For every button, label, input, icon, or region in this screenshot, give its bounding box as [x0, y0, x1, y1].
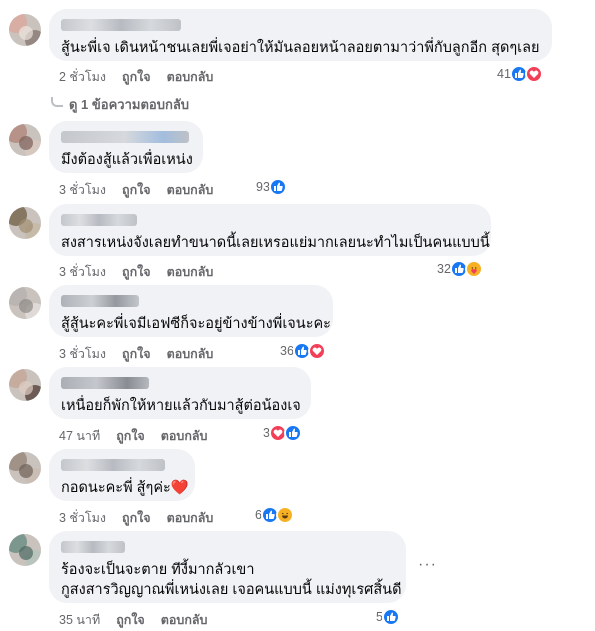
like-button[interactable]: ถูกใจ	[122, 262, 151, 282]
avatar[interactable]	[9, 452, 41, 484]
reaction-count: 36	[280, 344, 294, 358]
comment-meta: 35 นาที ถูกใจ ตอบกลับ	[59, 610, 224, 630]
reaction-count: 32	[437, 262, 451, 276]
author-name-blurred[interactable]	[61, 541, 125, 553]
heart-emoji-icon: ❤️	[170, 480, 189, 496]
comment-meta: 3 ชั่วโมง ถูกใจ ตอบกลับ	[59, 344, 229, 364]
comment-time[interactable]: 3 ชั่วโมง	[59, 180, 106, 200]
comment-time[interactable]: 35 นาที	[59, 610, 100, 630]
avatar[interactable]	[9, 369, 41, 401]
reply-button[interactable]: ตอบกลับ	[167, 262, 214, 282]
comment-time[interactable]: 2 ชั่วโมง	[59, 67, 106, 87]
view-replies-label: ดู 1 ข้อความตอบกลับ	[69, 97, 190, 112]
comment-text: กอดนะคะพี่ สู้ๆค่ะ❤️	[61, 478, 189, 498]
like-button[interactable]: ถูกใจ	[116, 426, 145, 446]
author-name-blurred[interactable]	[61, 295, 139, 307]
like-reaction-icon	[283, 424, 302, 442]
reaction-summary[interactable]: 93	[256, 178, 287, 196]
avatar[interactable]	[9, 14, 41, 46]
reaction-summary[interactable]: 3	[263, 424, 302, 442]
comment-text: สงสารเหน่งจังเลยทำขนาดนี้เลยเหรอแย่มากเล…	[61, 235, 490, 251]
author-name-blurred[interactable]	[61, 214, 137, 226]
avatar[interactable]	[9, 287, 41, 319]
comment-time[interactable]: 3 ชั่วโมง	[59, 262, 106, 282]
like-button[interactable]: ถูกใจ	[122, 508, 151, 528]
avatar[interactable]	[9, 207, 41, 239]
avatar[interactable]	[9, 124, 41, 156]
reply-button[interactable]: ตอบกลับ	[167, 508, 214, 528]
reaction-summary[interactable]: 32	[437, 260, 483, 278]
comment-bubble: มึงต้องสู้แล้วเพื่อเหน่ง	[49, 121, 203, 173]
comment-text: สู้นะพี่เจ เดินหน้าชนเลยพี่เจอย่าให้มันล…	[61, 40, 540, 56]
love-reaction-icon	[307, 342, 326, 360]
reaction-summary[interactable]: 6	[255, 506, 294, 524]
comment-bubble: สงสารเหน่งจังเลยทำขนาดนี้เลยเหรอแย่มากเล…	[49, 204, 491, 256]
like-button[interactable]: ถูกใจ	[122, 344, 151, 364]
author-name-blurred[interactable]	[61, 131, 189, 143]
reply-button[interactable]: ตอบกลับ	[167, 344, 214, 364]
more-options-icon[interactable]: ···	[418, 556, 437, 574]
reply-button[interactable]: ตอบกลับ	[167, 67, 214, 87]
haha-reaction-icon	[275, 506, 294, 524]
comment-text: กูสงสารวิญญาณพี่เหน่งเลย เจอคนแบบนี้ แม่…	[61, 582, 402, 598]
reply-button[interactable]: ตอบกลับ	[167, 180, 214, 200]
like-reaction-icon	[268, 178, 287, 196]
comment-bubble: ร้องจะเป็นจะตาย ทีงี้มากลัวเขา กูสงสารวิ…	[49, 531, 406, 603]
reaction-summary[interactable]: 36	[280, 342, 326, 360]
reaction-count: 93	[256, 180, 270, 194]
care-reaction-icon	[464, 260, 483, 278]
like-button[interactable]: ถูกใจ	[122, 67, 151, 87]
love-reaction-icon	[524, 65, 543, 83]
reply-button[interactable]: ตอบกลับ	[161, 426, 208, 446]
reaction-summary[interactable]: 5	[376, 608, 400, 626]
comment-text-body: กอดนะคะพี่ สู้ๆค่ะ	[61, 480, 171, 496]
like-button[interactable]: ถูกใจ	[116, 610, 145, 630]
reaction-summary[interactable]: 41	[497, 65, 543, 83]
comment-time[interactable]: 3 ชั่วโมง	[59, 344, 106, 364]
comment-text: ร้องจะเป็นจะตาย ทีงี้มากลัวเขา	[61, 562, 255, 578]
comment-meta: 3 ชั่วโมง ถูกใจ ตอบกลับ	[59, 262, 229, 282]
view-replies-link[interactable]: ดู 1 ข้อความตอบกลับ	[51, 94, 189, 115]
comment-bubble: กอดนะคะพี่ สู้ๆค่ะ❤️	[49, 449, 195, 501]
comment-meta: 47 นาที ถูกใจ ตอบกลับ	[59, 426, 224, 446]
like-reaction-icon	[381, 608, 400, 626]
comment-meta: 3 ชั่วโมง ถูกใจ ตอบกลับ	[59, 180, 229, 200]
comment-meta: 3 ชั่วโมง ถูกใจ ตอบกลับ	[59, 508, 229, 528]
comment-meta: 2 ชั่วโมง ถูกใจ ตอบกลับ	[59, 67, 229, 87]
comment-bubble: สู้สู้นะคะพี่เจมีเอฟซีก็จะอยู่ข้างข้างพี…	[49, 285, 333, 337]
reply-button[interactable]: ตอบกลับ	[161, 610, 208, 630]
author-name-blurred[interactable]	[61, 19, 181, 31]
comment-bubble: เหนื่อยก็พักให้หายแล้วกับมาสู้ต่อน้องเจ	[49, 367, 311, 419]
reaction-count: 41	[497, 67, 511, 81]
comment-text: มึงต้องสู้แล้วเพื่อเหน่ง	[61, 152, 193, 168]
avatar[interactable]	[9, 534, 41, 566]
comment-time[interactable]: 3 ชั่วโมง	[59, 508, 106, 528]
author-name-blurred[interactable]	[61, 459, 165, 471]
reply-thread-arrow-icon	[51, 96, 63, 107]
author-name-blurred[interactable]	[61, 377, 149, 389]
like-button[interactable]: ถูกใจ	[122, 180, 151, 200]
comment-text: สู้สู้นะคะพี่เจมีเอฟซีก็จะอยู่ข้างข้างพี…	[61, 316, 331, 332]
comment-bubble: สู้นะพี่เจ เดินหน้าชนเลยพี่เจอย่าให้มันล…	[49, 9, 552, 61]
comment-text: เหนื่อยก็พักให้หายแล้วกับมาสู้ต่อน้องเจ	[61, 398, 301, 414]
comment-time[interactable]: 47 นาที	[59, 426, 100, 446]
